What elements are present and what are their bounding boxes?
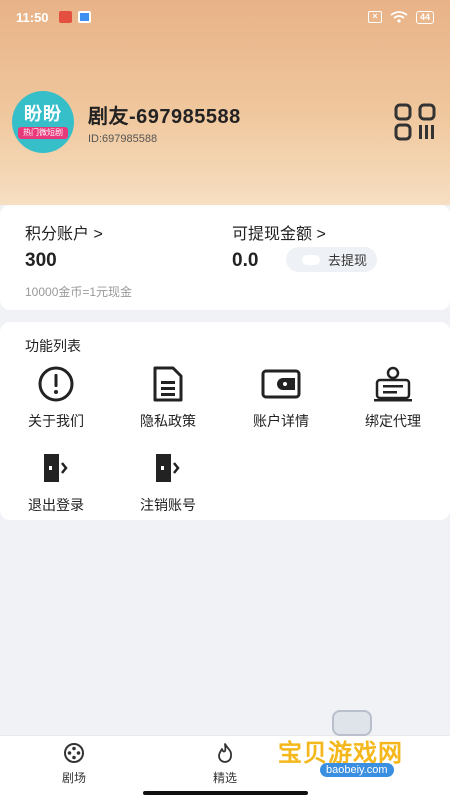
wallet-icon xyxy=(261,369,301,399)
avatar-logo-text: 盼盼 xyxy=(24,104,62,124)
account-card: 积分账户 > 300 可提现金额 > 0.0 去提现 10000金币=1元现金 xyxy=(0,205,450,310)
logout-label: 退出登录 xyxy=(28,497,84,513)
function-list-card: 功能列表 关于我们 隐私政策 账户详情 绑定代理 退出登录 注销账号 xyxy=(0,322,450,520)
nav-theater-label: 剧场 xyxy=(61,771,86,785)
account-details-item[interactable]: 账户详情 xyxy=(225,364,337,431)
watermark-logo: 宝贝游戏网 baobeiy.com xyxy=(262,705,442,785)
info-icon xyxy=(38,366,74,402)
wifi-icon xyxy=(390,11,408,23)
home-indicator[interactable] xyxy=(143,791,308,795)
wechat-icon xyxy=(301,254,320,265)
document-icon xyxy=(153,366,183,402)
privacy-policy-item[interactable]: 隐私政策 xyxy=(112,364,224,431)
user-id: ID:697985588 xyxy=(88,132,158,145)
qr-code-icon[interactable] xyxy=(394,103,438,141)
logout-icon xyxy=(44,454,68,482)
exchange-rate-note: 10000金币=1元现金 xyxy=(25,285,133,299)
agent-icon xyxy=(374,366,412,402)
no-sim-icon: × xyxy=(367,11,382,23)
film-reel-icon xyxy=(64,743,84,763)
nav-theater[interactable]: 剧场 xyxy=(44,742,104,786)
notification-app-icon xyxy=(58,11,72,23)
privacy-policy-label: 隐私政策 xyxy=(140,413,196,429)
logout-icon xyxy=(156,454,180,482)
logout-item[interactable]: 退出登录 xyxy=(0,448,112,515)
status-bar: 11:50 × 44 xyxy=(0,0,450,34)
points-value: 300 xyxy=(25,250,57,271)
bind-agent-label: 绑定代理 xyxy=(365,413,421,429)
delete-account-label: 注销账号 xyxy=(140,497,196,513)
avatar-logo-tag: 热门微短剧 xyxy=(18,127,68,139)
battery-indicator: 44 xyxy=(415,10,434,24)
flame-icon xyxy=(218,743,233,763)
account-details-label: 账户详情 xyxy=(253,413,309,429)
delete-account-item[interactable]: 注销账号 xyxy=(112,448,224,515)
notification-gallery-icon xyxy=(77,11,91,23)
profile-section: 盼盼 热门微短剧 剧友-697985588 ID:697985588 xyxy=(12,91,438,153)
withdrawable-amount-link[interactable]: 可提现金额 > xyxy=(232,220,326,244)
about-us-label: 关于我们 xyxy=(28,413,84,429)
withdraw-button-label: 去提现 xyxy=(327,253,367,268)
status-time: 11:50 xyxy=(16,9,49,25)
watermark-url: baobeiy.com xyxy=(320,763,394,777)
bind-agent-item[interactable]: 绑定代理 xyxy=(337,364,449,431)
function-list-title: 功能列表 xyxy=(25,338,81,354)
points-account-link[interactable]: 积分账户 > xyxy=(25,220,103,244)
avatar[interactable]: 盼盼 热门微短剧 xyxy=(12,91,74,153)
withdraw-button[interactable]: 去提现 xyxy=(286,247,377,272)
withdrawable-value: 0.0 xyxy=(232,250,259,271)
user-name: 剧友-697985588 xyxy=(88,105,241,128)
user-info: 剧友-697985588 ID:697985588 xyxy=(88,100,241,145)
about-us-item[interactable]: 关于我们 xyxy=(0,364,112,431)
nav-featured-label: 精选 xyxy=(212,771,237,785)
nav-featured[interactable]: 精选 xyxy=(195,742,255,786)
